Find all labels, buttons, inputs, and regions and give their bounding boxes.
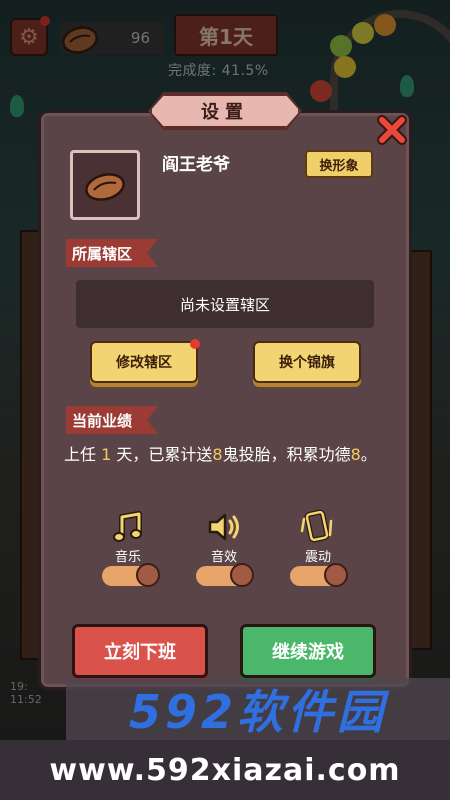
vibration-toggle[interactable] xyxy=(290,563,348,587)
toggle-knob xyxy=(136,563,160,587)
watermark-banner: 592软件园 xyxy=(66,678,450,740)
perf-part: 天，已累计送 xyxy=(111,445,213,464)
perf-part: 鬼投胎，积累功德 xyxy=(222,445,351,464)
edit-district-label: 修改辖区 xyxy=(116,355,172,371)
district-value: 尚未设置辖区 xyxy=(76,280,374,328)
seed-icon xyxy=(85,173,125,201)
toggle-knob xyxy=(230,563,254,587)
watermark-logo: 592软件园 xyxy=(128,685,388,739)
change-skin-button[interactable]: 换形象 xyxy=(305,150,373,178)
close-icon xyxy=(377,115,407,145)
notification-dot xyxy=(190,339,200,349)
watermark-url: www.592xiazai.com xyxy=(49,752,401,788)
sound-effects-setting: 音效 xyxy=(194,510,254,565)
sound-effects-label: 音效 xyxy=(210,550,237,565)
sound-effects-toggle[interactable] xyxy=(196,563,254,587)
avatar[interactable] xyxy=(70,150,140,220)
watermark-url-bar: www.592xiazai.com xyxy=(0,740,450,800)
perf-merit: 8 xyxy=(350,445,361,464)
performance-text: 上任 1 天，已累计送8鬼投胎，积累功德8。 xyxy=(64,442,394,468)
change-flag-label: 换个锦旗 xyxy=(279,355,335,371)
speaker-icon xyxy=(208,513,239,541)
vibrate-phone-icon xyxy=(300,509,333,543)
perf-part: 上任 xyxy=(64,445,102,464)
quit-work-button[interactable]: 立刻下班 xyxy=(72,624,208,678)
music-setting: 音乐 xyxy=(98,510,158,565)
change-flag-button[interactable]: 换个锦旗 xyxy=(253,341,361,383)
panel-title: 设置 xyxy=(150,94,300,128)
perf-days: 1 xyxy=(101,445,112,464)
player-name: 阎王老爷 xyxy=(162,155,230,175)
toggle-knob xyxy=(324,563,348,587)
perf-part: 。 xyxy=(360,445,377,464)
perf-ghosts: 8 xyxy=(212,445,223,464)
continue-game-button[interactable]: 继续游戏 xyxy=(240,624,376,678)
vibration-setting: 震动 xyxy=(288,509,348,565)
district-tag: 所属辖区 xyxy=(66,239,159,267)
music-note-icon xyxy=(113,511,142,542)
music-toggle[interactable] xyxy=(102,563,160,587)
performance-tag: 当前业绩 xyxy=(66,406,159,434)
edit-district-button[interactable]: 修改辖区 xyxy=(90,339,200,383)
vibration-label: 震动 xyxy=(304,550,331,565)
close-button[interactable] xyxy=(374,112,410,148)
